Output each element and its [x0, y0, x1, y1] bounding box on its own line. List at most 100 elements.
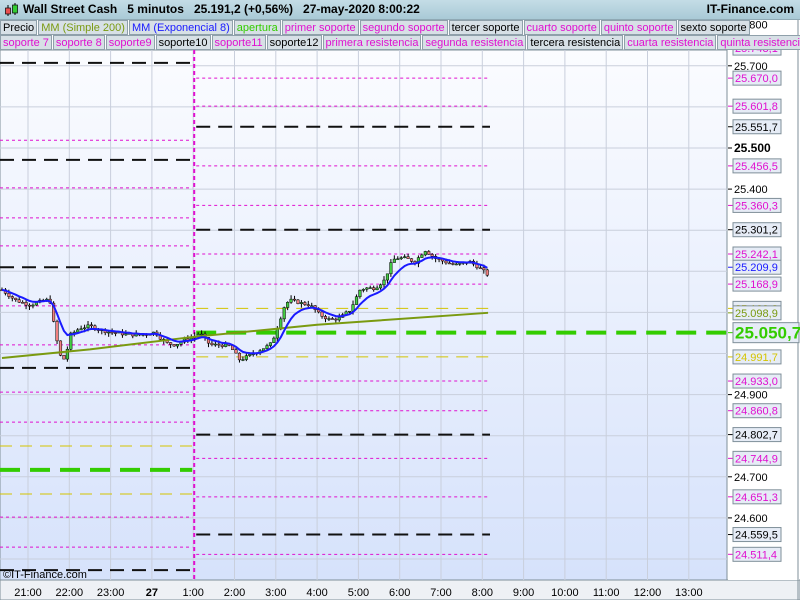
- price-level-label: 24.744,9: [735, 453, 778, 465]
- candlestick-logo-icon: [5, 3, 18, 16]
- candle-down: [334, 318, 338, 321]
- candle-up: [399, 257, 403, 260]
- legend-toggle-quinta-resistencia[interactable]: quinta resistencia: [717, 35, 800, 50]
- price-level-label: 25.670,0: [735, 73, 778, 85]
- candle-up: [361, 289, 365, 291]
- legend-toggle-sexto-soporte[interactable]: sexto soporte: [677, 20, 750, 35]
- chart-title: Wall Street Cash 5 minutos 25.191,2 (+0,…: [23, 2, 420, 16]
- candle-up: [458, 263, 462, 265]
- candle-down: [24, 302, 28, 306]
- watermark: ©IT-Finance.com: [3, 569, 87, 581]
- candle-up: [365, 287, 369, 290]
- price-level-label: 24.651,3: [735, 492, 778, 504]
- candle-up: [286, 302, 290, 308]
- legend-toggle-soporte-8[interactable]: soporte 8: [52, 35, 105, 50]
- candle-down: [427, 251, 431, 255]
- candle-up: [354, 296, 359, 305]
- candle-down: [372, 287, 376, 291]
- candle-up: [272, 337, 276, 343]
- price-level-label: 25.601,8: [735, 101, 778, 113]
- legend-toggle-mm-simple-200-[interactable]: MM (Simple 200): [38, 20, 128, 35]
- time-tick-label: 2:00: [224, 587, 245, 599]
- time-tick-label: 4:00: [306, 587, 327, 599]
- legend-toggle-soporte10[interactable]: soporte10: [155, 35, 211, 50]
- candle-down: [220, 344, 224, 347]
- candle-up: [385, 273, 389, 281]
- legend-toggle-tercera-resistencia[interactable]: tercera resistencia: [527, 35, 624, 50]
- legend-toggle-segundo-soporte[interactable]: segundo soporte: [359, 20, 448, 35]
- price-level-label: 25.360,3: [735, 200, 778, 212]
- candle-up: [268, 342, 272, 346]
- legend-toggle-tercer-soporte[interactable]: tercer soporte: [448, 20, 523, 35]
- candle-down: [7, 293, 11, 297]
- candle-down: [237, 352, 242, 361]
- candle-up: [200, 333, 204, 336]
- candle-down: [172, 344, 176, 347]
- candle-down: [217, 343, 221, 346]
- candle-down: [296, 299, 300, 304]
- candle-up: [76, 329, 80, 333]
- price-level-label: 24.802,7: [735, 430, 778, 442]
- candle-up: [337, 317, 341, 321]
- candle-down: [234, 349, 238, 354]
- legend-toggle-cuarta-resistencia[interactable]: cuarta resistencia: [624, 35, 717, 50]
- legend-toggle-segunda-resistencia[interactable]: segunda resistencia: [422, 35, 527, 50]
- price-level-label: 24.860,8: [735, 406, 778, 418]
- legend-toggle-mm-exponencial-8-[interactable]: MM (Exponencial 8): [128, 20, 233, 35]
- legend-toggle-quinto-soporte[interactable]: quinto soporte: [600, 20, 677, 35]
- candle-up: [403, 256, 407, 258]
- price-tick-label: 24.900: [734, 390, 768, 402]
- legend-row-2: soporte 7 soporte 8 soporte9 soporte10 sopor…: [0, 35, 800, 50]
- candle-up: [389, 262, 393, 275]
- plot-area: [0, 49, 728, 581]
- candle-down: [444, 260, 448, 264]
- price-tick-label: 25.400: [734, 184, 768, 196]
- candle-down: [478, 267, 482, 270]
- candle-down: [10, 296, 14, 299]
- legend-toggle-primer-soporte[interactable]: primer soporte: [281, 20, 359, 35]
- candle-up: [248, 354, 252, 356]
- legend-toggle-soporte-7[interactable]: soporte 7: [0, 35, 52, 50]
- candle-down: [451, 263, 455, 265]
- candle-up: [175, 344, 180, 347]
- candle-up: [299, 302, 303, 304]
- legend-toggle-precio[interactable]: Precio: [0, 20, 38, 35]
- legend-toggle-soporte12[interactable]: soporte12: [266, 35, 322, 50]
- candle-down: [447, 262, 451, 265]
- candle-down: [210, 342, 214, 345]
- price-chart[interactable]: 25.80025.70025.50025.40024.90024.70024.6…: [0, 0, 800, 600]
- price-level-label: 25.242,1: [735, 249, 778, 261]
- time-tick-label: 6:00: [389, 587, 410, 599]
- legend-toggle-cuarto-soporte[interactable]: cuarto soporte: [523, 20, 600, 35]
- time-tick-label: 3:00: [265, 587, 286, 599]
- legend-toggle-apertura[interactable]: apertura: [233, 20, 281, 35]
- candle-down: [169, 342, 173, 345]
- time-tick-label: 10:00: [551, 587, 579, 599]
- time-tick-label: 21:00: [14, 587, 42, 599]
- candle-up: [310, 305, 314, 307]
- candle-down: [292, 298, 297, 301]
- candle-up: [375, 287, 379, 291]
- candle-up: [379, 284, 383, 289]
- candle-up: [241, 359, 245, 361]
- price-tick-label: 24.600: [734, 513, 768, 525]
- legend-toggle-soporte9[interactable]: soporte9: [105, 35, 155, 50]
- legend-toggle-soporte11[interactable]: soporte11: [211, 35, 266, 50]
- time-tick-label: 5:00: [348, 587, 369, 599]
- candle-down: [303, 302, 307, 305]
- candle-down: [55, 321, 59, 342]
- candle-up: [358, 289, 362, 297]
- price-level-label: 24.991,7: [735, 352, 778, 364]
- candle-down: [110, 331, 114, 334]
- candle-up: [423, 251, 427, 256]
- candle-up: [86, 324, 90, 329]
- candle-up: [392, 258, 396, 263]
- time-tick-label: 27: [146, 587, 158, 599]
- candle-down: [306, 304, 310, 307]
- candle-down: [406, 256, 410, 259]
- candle-up: [83, 327, 87, 330]
- price-level-label: 25.168,9: [735, 279, 778, 291]
- legend-toggle-primera-resistencia[interactable]: primera resistencia: [322, 35, 422, 50]
- time-tick-label: 9:00: [513, 587, 534, 599]
- candle-up: [213, 343, 217, 346]
